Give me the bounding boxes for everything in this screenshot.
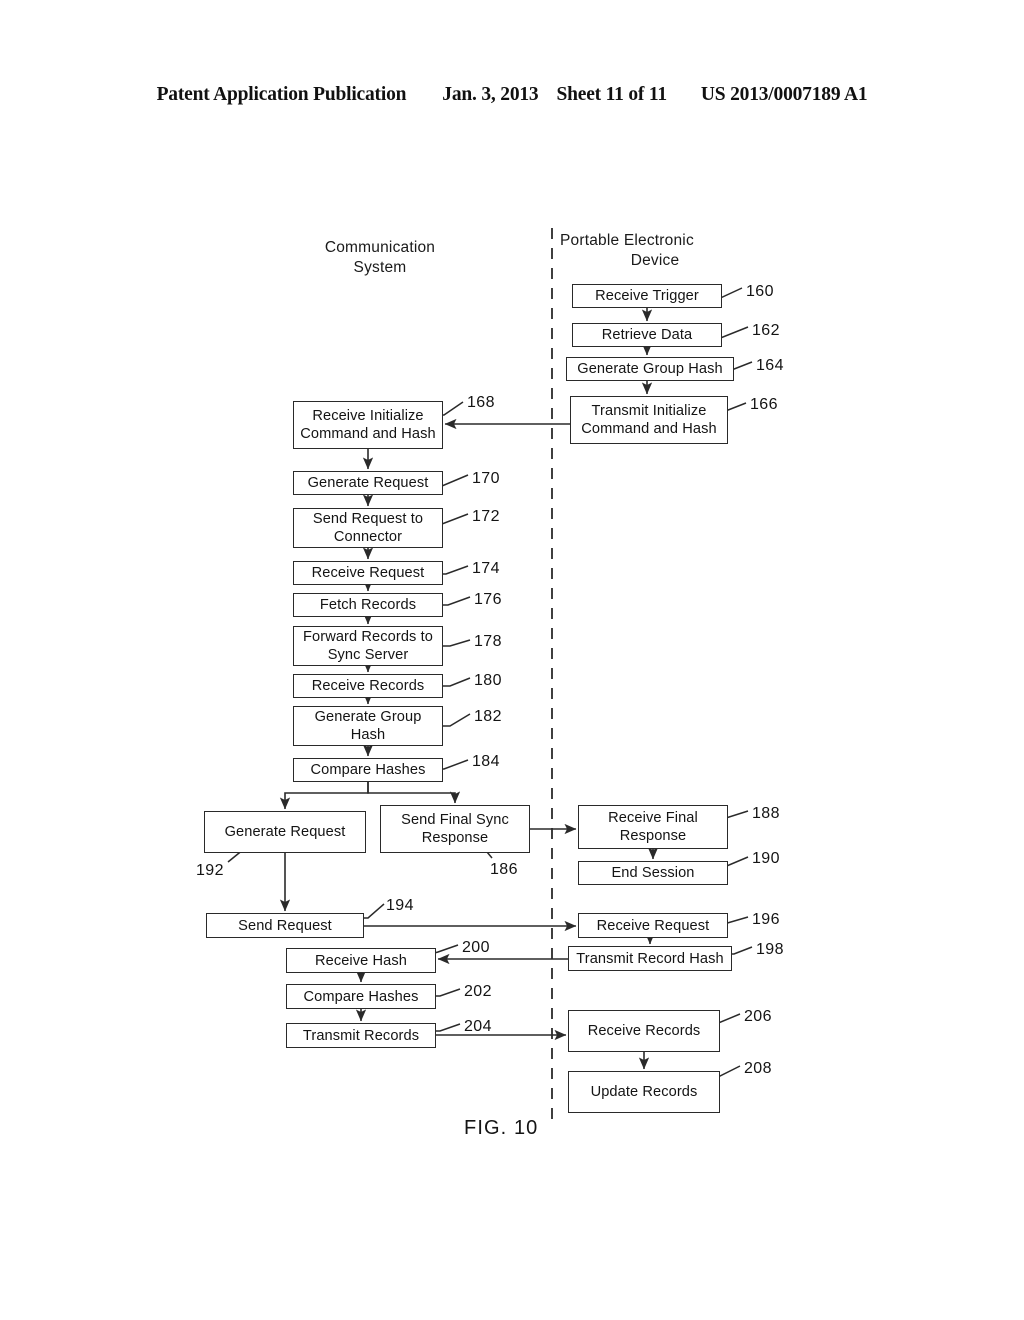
node-receive-request-174[interactable]: Receive Request	[293, 561, 443, 585]
reference-numeral-208: 208	[744, 1060, 772, 1077]
reference-numeral-180: 180	[474, 672, 502, 689]
lane-title-communication-system: Communication System	[300, 238, 460, 278]
lane-title-line1: Communication	[324, 239, 436, 256]
node-receive-final-response[interactable]: Receive Final Response	[578, 805, 728, 849]
reference-numeral-202: 202	[464, 983, 492, 1000]
node-generate-group-hash-system[interactable]: Generate Group Hash	[293, 706, 443, 746]
reference-numeral-176: 176	[474, 591, 502, 608]
node-label: Generate Group Hash	[314, 709, 422, 743]
lane-title-line2: Device	[630, 252, 680, 269]
node-label: Receive Records	[311, 678, 425, 694]
reference-numeral-204: 204	[464, 1018, 492, 1035]
reference-numeral-182: 182	[474, 708, 502, 725]
node-label: Receive Request	[596, 917, 710, 934]
node-label: End Session	[611, 865, 695, 881]
node-label: Receive Hash	[314, 952, 408, 969]
node-transmit-record-hash[interactable]: Transmit Record Hash	[568, 946, 732, 971]
reference-numeral-196: 196	[752, 911, 780, 928]
reference-numeral-200: 200	[462, 939, 490, 956]
node-receive-records-180[interactable]: Receive Records	[293, 674, 443, 698]
node-receive-request-196[interactable]: Receive Request	[578, 913, 728, 938]
reference-numeral-164: 164	[756, 357, 784, 374]
reference-numeral-184: 184	[472, 753, 500, 770]
reference-numeral-192: 192	[196, 862, 224, 879]
node-compare-hashes-184[interactable]: Compare Hashes	[293, 758, 443, 782]
node-label: Transmit Initialize Command and Hash	[581, 403, 717, 437]
reference-numeral-188: 188	[752, 805, 780, 822]
node-label: Receive Initialize Command and Hash	[300, 408, 436, 442]
node-transmit-initialize-command-and-hash[interactable]: Transmit Initialize Command and Hash	[570, 396, 728, 444]
reference-numeral-194: 194	[386, 897, 414, 914]
node-label: Compare Hashes	[303, 988, 419, 1005]
node-receive-trigger[interactable]: Receive Trigger	[572, 284, 722, 308]
reference-numeral-168: 168	[467, 394, 495, 411]
node-update-records-208[interactable]: Update Records	[568, 1071, 720, 1113]
node-label: Transmit Record Hash	[576, 950, 724, 967]
figure-10-flowchart: Communication System Portable Electronic…	[0, 0, 1024, 1320]
reference-numeral-206: 206	[744, 1008, 772, 1025]
node-label: Generate Group Hash	[577, 361, 723, 377]
node-label: Compare Hashes	[310, 762, 426, 778]
node-receive-records-206[interactable]: Receive Records	[568, 1010, 720, 1052]
reference-numeral-172: 172	[472, 508, 500, 525]
reference-numeral-178: 178	[474, 633, 502, 650]
node-generate-group-hash-device[interactable]: Generate Group Hash	[566, 357, 734, 381]
node-send-final-sync-response[interactable]: Send Final Sync Response	[380, 805, 530, 853]
node-compare-hashes-202[interactable]: Compare Hashes	[286, 984, 436, 1009]
node-label: Receive Records	[587, 1023, 701, 1039]
node-label: Transmit Records	[302, 1027, 420, 1044]
reference-numeral-190: 190	[752, 850, 780, 867]
node-label: Send Final Sync Response	[401, 812, 509, 846]
lane-title-portable-electronic-device: Portable Electronic Device	[560, 231, 750, 271]
reference-numeral-170: 170	[472, 470, 500, 487]
node-generate-request-170[interactable]: Generate Request	[293, 471, 443, 495]
node-label: Fetch Records	[319, 597, 417, 613]
node-label: Receive Request	[311, 565, 425, 581]
node-label: Retrieve Data	[601, 327, 693, 343]
reference-numeral-162: 162	[752, 322, 780, 339]
node-end-session[interactable]: End Session	[578, 861, 728, 885]
lane-title-line1: Portable Electronic	[560, 232, 694, 249]
node-generate-request-192[interactable]: Generate Request	[204, 811, 366, 853]
node-retrieve-data[interactable]: Retrieve Data	[572, 323, 722, 347]
reference-numeral-198: 198	[756, 941, 784, 958]
reference-numeral-174: 174	[472, 560, 500, 577]
reference-numeral-160: 160	[746, 283, 774, 300]
node-label: Send Request to Connector	[312, 511, 424, 545]
reference-numeral-166: 166	[750, 396, 778, 413]
node-fetch-records[interactable]: Fetch Records	[293, 593, 443, 617]
node-label: Generate Request	[307, 475, 429, 491]
node-label: Receive Trigger	[595, 288, 699, 304]
lane-title-line2: System	[353, 259, 407, 276]
node-receive-hash-200[interactable]: Receive Hash	[286, 948, 436, 973]
node-label: Generate Request	[224, 824, 346, 840]
node-send-request-to-connector[interactable]: Send Request to Connector	[293, 508, 443, 548]
figure-caption: FIG. 10	[464, 1117, 539, 1139]
node-label: Send Request	[238, 917, 332, 934]
node-label: Receive Final Response	[608, 810, 698, 844]
reference-numeral-186: 186	[490, 861, 518, 878]
node-receive-initialize-command-and-hash[interactable]: Receive Initialize Command and Hash	[293, 401, 443, 449]
node-transmit-records-204[interactable]: Transmit Records	[286, 1023, 436, 1048]
node-forward-records-to-sync-server[interactable]: Forward Records to Sync Server	[293, 626, 443, 666]
node-label: Forward Records to Sync Server	[303, 629, 433, 663]
node-label: Update Records	[590, 1084, 698, 1100]
node-send-request-194[interactable]: Send Request	[206, 913, 364, 938]
